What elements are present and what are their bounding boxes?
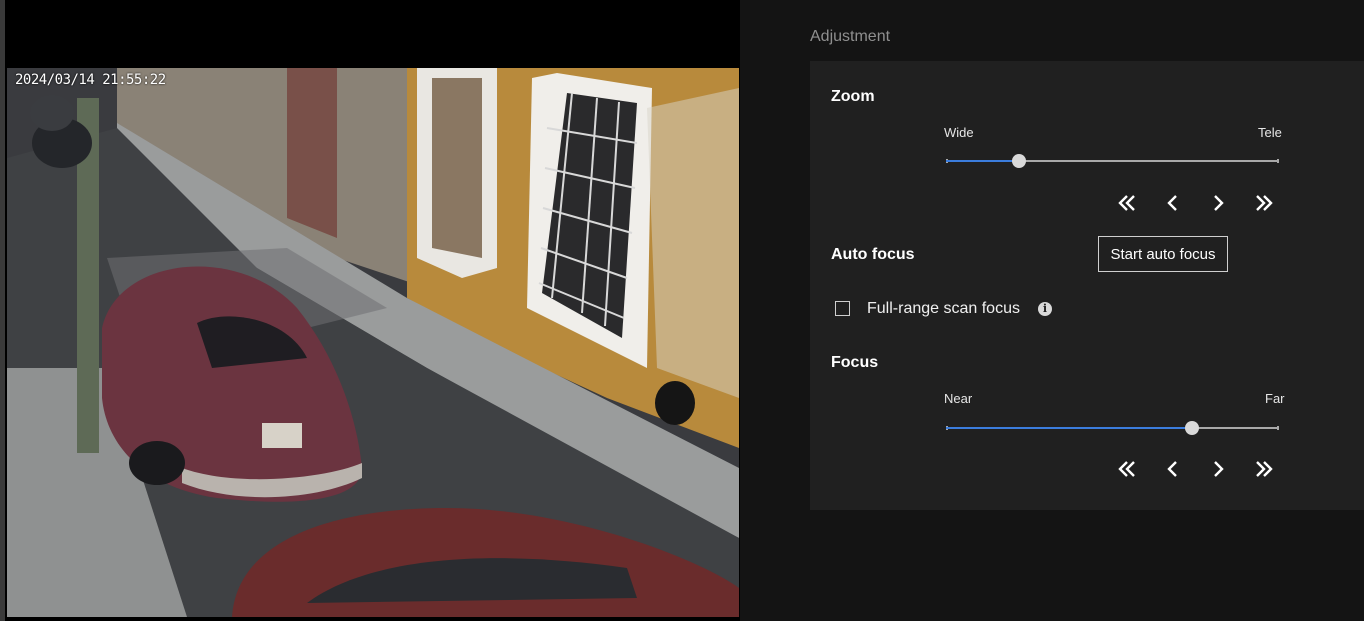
focus-slider-tick-end [1277, 426, 1279, 430]
double-chevron-left-icon [1118, 195, 1135, 211]
street-scene-image [7, 68, 739, 617]
focus-heading: Focus [831, 354, 879, 371]
focus-near-fast-button[interactable] [1113, 455, 1141, 483]
focus-near-step-button[interactable] [1159, 455, 1187, 483]
camera-video-frame[interactable]: 2024/03/14 21:55:22 [7, 68, 739, 617]
zoom-wide-fast-button[interactable] [1113, 189, 1141, 217]
full-range-scan-label: Full-range scan focus [867, 300, 1020, 317]
video-border [0, 0, 5, 621]
full-range-scan-checkbox[interactable] [835, 301, 850, 316]
zoom-slider[interactable] [946, 154, 1279, 168]
zoom-tele-fast-button[interactable] [1250, 189, 1278, 217]
focus-slider[interactable] [946, 421, 1279, 435]
zoom-heading: Zoom [831, 88, 875, 105]
focus-slider-fill [946, 427, 1193, 429]
video-timestamp: 2024/03/14 21:55:22 [15, 72, 166, 88]
focus-far-step-button[interactable] [1204, 455, 1232, 483]
zoom-slider-tick-end [1277, 159, 1279, 163]
double-chevron-right-icon [1256, 461, 1273, 477]
auto-focus-heading: Auto focus [831, 246, 915, 263]
zoom-wide-step-button[interactable] [1159, 189, 1187, 217]
focus-near-label: Near [944, 391, 973, 406]
chevron-left-icon [1167, 195, 1177, 211]
chevron-left-icon [1167, 461, 1177, 477]
zoom-tele-step-button[interactable] [1204, 189, 1232, 217]
zoom-tele-label: Tele [1258, 125, 1282, 140]
chevron-right-icon [1214, 195, 1224, 211]
focus-far-label: Far [1265, 391, 1285, 406]
zoom-wide-label: Wide [944, 125, 974, 140]
double-chevron-right-icon [1256, 195, 1273, 211]
adjustment-section-label: Adjustment [810, 28, 891, 45]
live-view-area: 2024/03/14 21:55:22 [0, 0, 740, 621]
focus-far-fast-button[interactable] [1250, 455, 1278, 483]
chevron-right-icon [1214, 461, 1224, 477]
info-icon[interactable]: i [1038, 302, 1052, 316]
zoom-slider-fill [946, 160, 1020, 162]
double-chevron-left-icon [1118, 461, 1135, 477]
start-auto-focus-button[interactable]: Start auto focus [1098, 236, 1228, 272]
